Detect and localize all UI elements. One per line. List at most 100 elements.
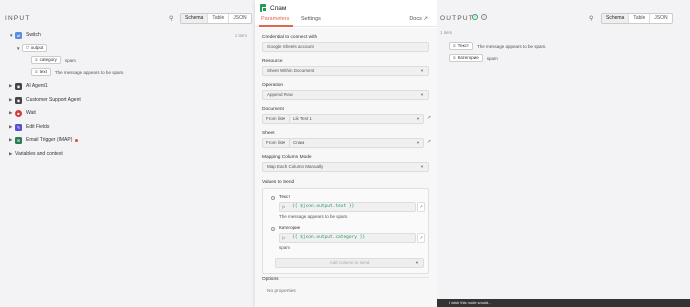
search-icon[interactable]: ⚲: [169, 15, 177, 23]
input-tab-schema[interactable]: Schema: [181, 14, 209, 23]
values-box: Текст fx {{ $json.output.text }} ↗ The me…: [262, 188, 429, 274]
add-column-placeholder: Add column to send: [329, 260, 370, 265]
node-label: AI Agent1: [26, 83, 48, 89]
chevron-down-icon: ▼: [416, 116, 420, 121]
field-key-pill[interactable]: ≡ category: [31, 56, 61, 64]
pencil-icon: ✎: [15, 123, 22, 131]
string-icon: ≡: [453, 55, 456, 60]
string-icon: ≡: [453, 43, 456, 48]
expand-expression-button[interactable]: ↗: [417, 202, 425, 212]
node-name[interactable]: Спам: [270, 5, 286, 12]
tree-node-switch[interactable]: ▼ ⇌ Switch 1 item: [9, 30, 247, 40]
switch-icon: ⇌: [15, 31, 22, 39]
mapping-select[interactable]: Map Each Column Manually ▼: [262, 162, 429, 172]
operation-label: Operation: [262, 83, 284, 88]
feedback-bar[interactable]: I wish this node would...: [437, 299, 690, 307]
output-tab-json[interactable]: JSON: [650, 14, 671, 23]
tree-node-email-trigger[interactable]: ▶ ✉ Email Trigger (IMAP): [9, 135, 247, 145]
fx-icon: fx: [282, 235, 286, 240]
node-panel: Спам Parameters Settings Docs ↗ Credenti…: [255, 0, 437, 307]
field-key: category: [39, 57, 57, 62]
credential-label: Credential to connect with: [262, 35, 318, 40]
field-value: spam: [486, 55, 498, 61]
output-field-category: ≡ Категорие spam: [449, 54, 498, 62]
expression-field[interactable]: fx {{ $json.output.text }}: [279, 202, 416, 212]
tab-parameters[interactable]: Parameters: [261, 16, 289, 22]
tree-node-ai-agent1[interactable]: ▶ ◉ AI Agent1: [9, 81, 247, 91]
sheet-mode-select[interactable]: From list ▼: [262, 138, 290, 148]
search-icon[interactable]: ⚲: [589, 15, 597, 23]
open-sheet-link-icon[interactable]: ↗: [427, 139, 431, 145]
output-view-toggle: Schema Table JSON: [601, 13, 673, 24]
input-header: INPUT ⚲ Schema Table JSON: [5, 13, 252, 25]
field-key-pill[interactable]: ≡ text: [31, 68, 51, 76]
tab-settings[interactable]: Settings: [301, 16, 321, 22]
mapping-label: Mapping Column Mode: [262, 155, 312, 160]
items-count: 1 item: [234, 32, 247, 38]
input-panel: INPUT ⚲ Schema Table JSON ▼ ⇌ Switch 1 i…: [0, 0, 255, 307]
field-key-pill[interactable]: ≡ Категорие: [449, 54, 483, 62]
info-icon[interactable]: i: [481, 14, 487, 20]
expression-preview: spam: [279, 245, 291, 250]
output-tab-schema[interactable]: Schema: [602, 14, 630, 23]
field-key: Текст: [457, 43, 469, 48]
chevron-down-icon: ▼: [416, 140, 420, 145]
docs-link[interactable]: Docs ↗: [409, 16, 428, 22]
operation-select[interactable]: Append Row ▼: [262, 90, 429, 100]
external-link-icon: ↗: [423, 16, 428, 22]
expression-text: {{ $json.output.category }}: [292, 235, 366, 240]
expression-preview: The message appears to be spam.: [279, 214, 349, 219]
output-title: OUTPUT: [440, 15, 474, 22]
chevron-down-icon: ▼: [415, 260, 419, 265]
tree-node-customer-support-agent[interactable]: ▶ ◉ Customer Support Agent: [9, 95, 247, 105]
field-value: The message appears to be spam.: [54, 69, 125, 75]
divider: [262, 277, 429, 278]
column-name: Категорие: [279, 225, 301, 230]
input-tab-table[interactable]: Table: [208, 14, 230, 23]
string-icon: ≡: [35, 57, 38, 62]
field-category: ≡ category spam: [31, 56, 76, 64]
add-column-select[interactable]: Add column to send ▼: [275, 258, 424, 268]
resource-value: Sheet Within Document: [267, 68, 315, 73]
object-key-pill: □ output: [22, 44, 48, 52]
expand-expression-button[interactable]: ↗: [417, 233, 425, 243]
input-title: INPUT: [5, 15, 31, 22]
tree-node-edit-fields[interactable]: ▶ ✎ Edit Fields: [9, 122, 247, 132]
options-empty-text: No properties: [267, 289, 296, 294]
object-icon: □: [26, 45, 29, 50]
field-key-pill[interactable]: ≡ Текст: [449, 42, 473, 50]
operation-value: Append Row: [267, 92, 293, 97]
node-label: Wait: [26, 110, 36, 116]
tree-node-wait[interactable]: ▶ ■ Wait: [9, 108, 247, 118]
output-tab-table[interactable]: Table: [629, 14, 651, 23]
document-value-select[interactable]: Lik Test 1 ▼: [290, 114, 424, 124]
inbox-icon: ✉: [15, 136, 22, 144]
sheet-value-select[interactable]: Спам ▼: [290, 138, 424, 148]
tree-output-key[interactable]: ▼ □ output: [16, 43, 247, 53]
success-check-icon: ✓: [472, 14, 478, 20]
output-panel: OUTPUT ✓ i ⚲ Schema Table JSON 1 item ≡ Т…: [437, 0, 690, 307]
input-tab-json[interactable]: JSON: [229, 14, 250, 23]
warning-dot-icon: [75, 138, 79, 142]
drag-handle-icon[interactable]: [271, 196, 275, 200]
document-value: Lik Test 1: [293, 116, 312, 121]
resource-select[interactable]: Sheet Within Document ▼: [262, 66, 429, 76]
robot-icon: ◉: [15, 96, 22, 104]
active-tab-indicator: [259, 25, 293, 27]
column-name: Текст: [279, 194, 291, 199]
credential-select[interactable]: Google Sheets account: [262, 42, 429, 52]
document-mode-select[interactable]: From list ▼: [262, 114, 290, 124]
stop-icon: ■: [15, 109, 22, 117]
expression-text: {{ $json.output.text }}: [292, 204, 355, 209]
document-label: Document: [262, 107, 284, 112]
tree-variables-context[interactable]: ▶ Variables and context: [9, 149, 247, 159]
drag-handle-icon[interactable]: [271, 227, 275, 231]
output-field-text: ≡ Текст The message appears to be spam.: [449, 42, 547, 50]
expression-field[interactable]: fx {{ $json.output.category }}: [279, 233, 416, 243]
chevron-down-icon: ▼: [282, 140, 286, 145]
mode-value: From list: [266, 116, 284, 121]
document-selector: From list ▼ Lik Test 1 ▼: [262, 114, 424, 124]
chevron-down-icon: ▼: [420, 92, 424, 97]
string-icon: ≡: [35, 69, 38, 74]
open-document-link-icon[interactable]: ↗: [427, 115, 431, 121]
